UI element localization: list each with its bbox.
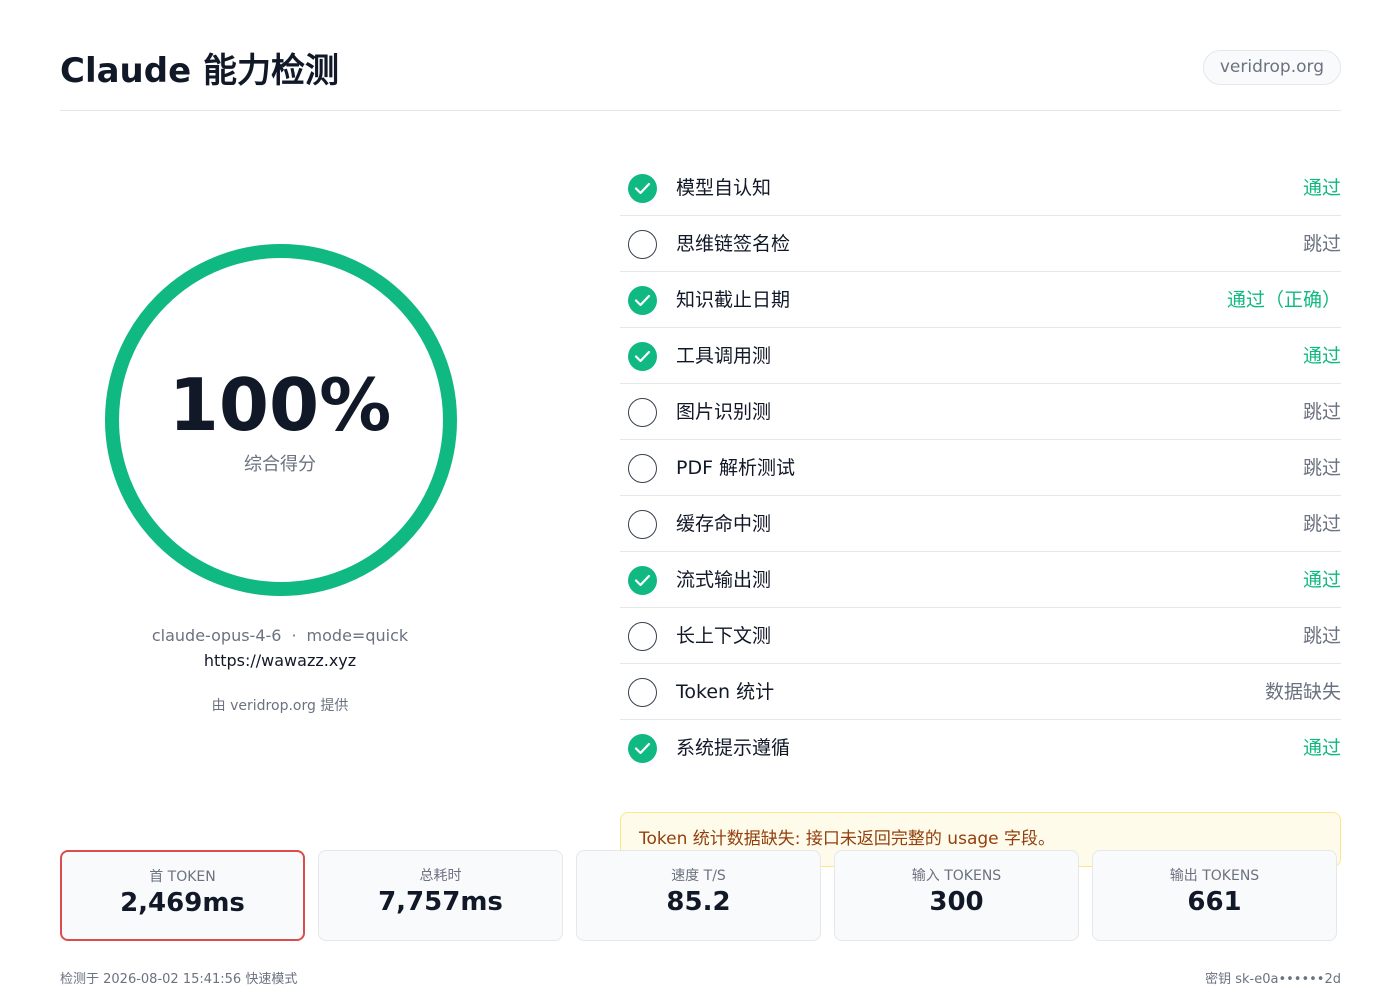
check-item: 工具调用测 通过	[620, 328, 1341, 384]
check-item: 缓存命中测 跳过	[620, 496, 1341, 552]
check-label: PDF 解析测试	[676, 457, 796, 479]
page-header: Claude 能力检测 veridrop.org	[60, 50, 1341, 111]
check-item: 知识截止日期 通过（正确）	[620, 272, 1341, 328]
check-status: 跳过	[1302, 401, 1341, 423]
stat-label: 速度 T/S	[671, 868, 726, 884]
check-status: 通过（正确）	[1226, 289, 1341, 311]
stat-value: 300	[929, 887, 984, 917]
page-title: Claude 能力检测	[60, 51, 339, 91]
check-item: PDF 解析测试 跳过	[620, 440, 1341, 496]
score-panel: 100% 综合得分 claude-opus-4-6 · mode=quick htt…	[60, 160, 500, 740]
model-info: claude-opus-4-6 · mode=quick	[60, 626, 500, 645]
score-percent: 100%	[168, 363, 392, 447]
check-pass-icon	[628, 734, 657, 763]
check-empty-icon	[628, 398, 657, 427]
check-label: 长上下文测	[676, 625, 772, 647]
stat-card-total-time: 总耗时 7,757ms	[318, 850, 563, 941]
check-label: 图片识别测	[676, 401, 772, 423]
check-status: 跳过	[1302, 457, 1341, 479]
check-pass-icon	[628, 342, 657, 371]
check-empty-icon	[628, 230, 657, 259]
stat-card-speed: 速度 T/S 85.2	[576, 850, 821, 941]
check-status: 通过	[1302, 569, 1341, 591]
stat-card-input-tokens: 输入 TOKENS 300	[834, 850, 1079, 941]
check-item: 模型自认知 通过	[620, 160, 1341, 216]
stat-label: 输出 TOKENS	[1169, 868, 1260, 884]
check-status: 通过	[1302, 737, 1341, 759]
check-empty-icon	[628, 510, 657, 539]
check-label: 流式输出测	[676, 569, 772, 591]
check-pass-icon	[628, 566, 657, 595]
footer-timestamp: 检测于 2026-08-02 15:41:56 快速模式	[60, 972, 298, 987]
stat-value: 2,469ms	[120, 888, 245, 918]
check-label: 缓存命中测	[676, 513, 772, 535]
stat-label: 输入 TOKENS	[911, 868, 1002, 884]
check-item: Token 统计 数据缺失	[620, 664, 1341, 720]
check-status: 跳过	[1302, 513, 1341, 535]
check-empty-icon	[628, 454, 657, 483]
check-item: 图片识别测 跳过	[620, 384, 1341, 440]
check-empty-icon	[628, 622, 657, 651]
domain-badge[interactable]: veridrop.org	[1202, 50, 1341, 85]
stat-label: 首 TOKEN	[149, 869, 216, 885]
stat-label: 总耗时	[419, 868, 462, 884]
check-empty-icon	[628, 678, 657, 707]
provider-credit: 由 veridrop.org 提供	[211, 698, 349, 714]
stat-card-first-token: 首 TOKEN 2,469ms	[60, 850, 305, 941]
endpoint-url[interactable]: https://wawazz.xyz	[60, 651, 500, 670]
stat-card-output-tokens: 输出 TOKENS 661	[1092, 850, 1337, 941]
check-label: 系统提示遵循	[676, 737, 791, 759]
check-status: 数据缺失	[1264, 681, 1341, 703]
check-pass-icon	[628, 174, 657, 203]
model-name: claude-opus-4-6	[151, 626, 282, 645]
stat-value: 661	[1187, 887, 1242, 917]
check-label: 工具调用测	[676, 345, 772, 367]
check-item: 思维链签名检 跳过	[620, 216, 1341, 272]
check-item: 流式输出测 通过	[620, 552, 1341, 608]
separator-dot: ·	[291, 626, 297, 645]
check-item: 系统提示遵循 通过	[620, 720, 1341, 776]
stat-value: 85.2	[666, 887, 731, 917]
check-status: 跳过	[1302, 233, 1341, 255]
check-status: 通过	[1302, 177, 1341, 199]
stat-value: 7,757ms	[378, 887, 503, 917]
footer-api-key: 密钥 sk-e0a••••••2d	[1205, 972, 1341, 987]
check-label: 知识截止日期	[676, 289, 791, 311]
check-status: 跳过	[1302, 625, 1341, 647]
stats-row: 首 TOKEN 2,469ms 总耗时 7,757ms 速度 T/S 85.2 …	[60, 850, 1341, 941]
check-label: 思维链签名检	[676, 233, 791, 255]
check-item: 长上下文测 跳过	[620, 608, 1341, 664]
check-list: 模型自认知 通过 思维链签名检 跳过 知识截止日期 通过（正确） 工具调用测 通…	[620, 160, 1341, 776]
mode-name: mode=quick	[306, 626, 409, 645]
score-label: 综合得分	[244, 454, 316, 475]
check-label: Token 统计	[676, 681, 775, 703]
check-pass-icon	[628, 286, 657, 315]
check-status: 通过	[1302, 345, 1341, 367]
check-label: 模型自认知	[676, 177, 772, 199]
